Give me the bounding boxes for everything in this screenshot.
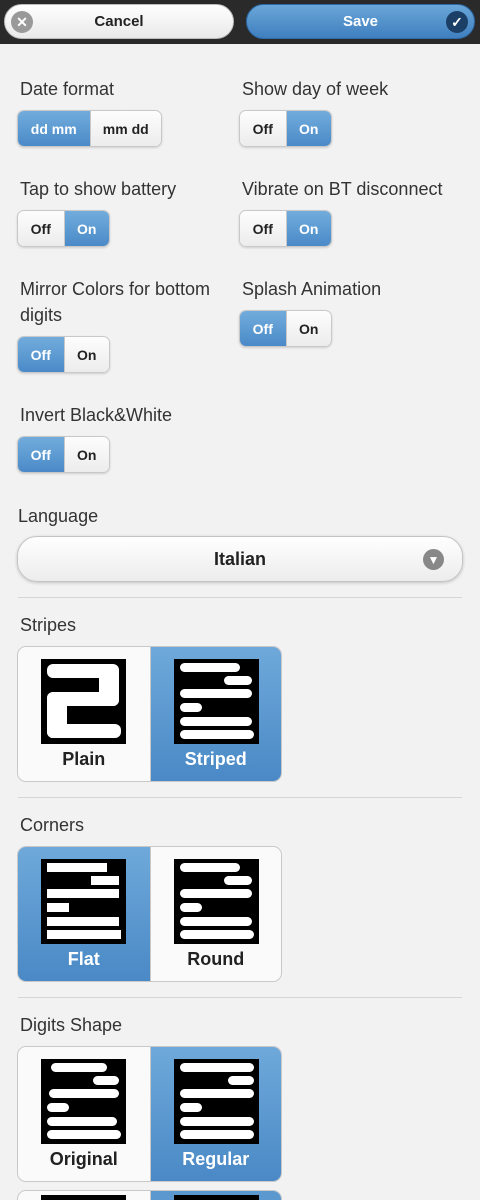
corners-selector: Flat Round (17, 846, 282, 982)
digit-preview-partial (41, 1195, 126, 1200)
digit-plain-preview (41, 659, 126, 744)
next-selector-partial (17, 1190, 282, 1200)
invert-on[interactable]: On (63, 437, 109, 472)
digit-flat-preview (41, 859, 126, 944)
vibrate-bt-on[interactable]: On (285, 211, 331, 246)
show-day-of-week-on[interactable]: On (285, 111, 331, 146)
invert-label: Invert Black&White (20, 405, 173, 425)
next-selector-option-2[interactable] (149, 1191, 281, 1200)
digits-shape-label: Digits Shape (20, 1015, 123, 1035)
digits-shape-option-original-label: Original (49, 1149, 118, 1169)
splash-on[interactable]: On (285, 311, 331, 346)
digits-shape-option-original[interactable]: Original (18, 1047, 150, 1181)
language-value: Italian (213, 548, 266, 569)
next-selector-option-1[interactable] (18, 1191, 150, 1200)
cancel-label: Cancel (94, 13, 144, 30)
digit-striped-preview (173, 659, 259, 744)
tap-battery-label: Tap to show battery (20, 179, 177, 199)
digits-shape-option-regular[interactable]: Regular (149, 1047, 281, 1181)
splash-label: Splash Animation (242, 279, 382, 299)
top-bar: ✕ Cancel Save ✓ (0, 0, 480, 44)
vibrate-bt-toggle: Off On (239, 210, 332, 247)
corners-option-round-label: Round (187, 949, 245, 969)
stripes-option-striped[interactable]: Striped (149, 647, 281, 781)
invert-toggle: Off On (17, 436, 110, 473)
mirror-colors-label: Mirror Colors for bottom digits (20, 279, 211, 325)
close-icon: ✕ (11, 11, 33, 33)
digits-shape-option-regular-label: Regular (182, 1149, 250, 1169)
splash-toggle: Off On (239, 310, 332, 347)
digit-round-preview (173, 859, 259, 944)
stripes-option-striped-label: Striped (184, 749, 247, 769)
digit-regular-preview (173, 1059, 259, 1144)
divider (18, 997, 462, 998)
vibrate-bt-label: Vibrate on BT disconnect (242, 179, 443, 199)
date-format-label: Date format (20, 79, 115, 99)
tap-battery-on[interactable]: On (63, 211, 109, 246)
corners-label: Corners (20, 815, 85, 835)
date-format-option-ddmm[interactable]: dd mm (18, 111, 90, 146)
show-day-of-week-off[interactable]: Off (240, 111, 286, 146)
chevron-down-icon: ▼ (423, 549, 444, 570)
check-icon: ✓ (446, 11, 468, 33)
date-format-option-mmdd[interactable]: mm dd (89, 111, 161, 146)
show-day-of-week-toggle: Off On (239, 110, 332, 147)
stripes-option-plain[interactable]: Plain (18, 647, 150, 781)
corners-option-flat[interactable]: Flat (18, 847, 150, 981)
corners-option-round[interactable]: Round (149, 847, 281, 981)
mirror-colors-on[interactable]: On (63, 337, 109, 372)
digits-shape-selector: Original Regular (17, 1046, 282, 1182)
stripes-selector: Plain Striped (17, 646, 282, 782)
divider (18, 597, 462, 598)
save-button[interactable]: Save ✓ (246, 4, 475, 39)
digit-original-preview (41, 1059, 126, 1144)
corners-option-flat-label: Flat (67, 949, 100, 969)
vibrate-bt-off[interactable]: Off (240, 211, 286, 246)
divider (18, 797, 462, 798)
stripes-label: Stripes (20, 615, 77, 635)
show-day-of-week-label: Show day of week (242, 79, 389, 99)
cancel-button[interactable]: ✕ Cancel (4, 4, 234, 39)
mirror-colors-off[interactable]: Off (18, 337, 64, 372)
splash-off[interactable]: Off (240, 311, 286, 346)
tap-battery-toggle: Off On (17, 210, 110, 247)
stripes-option-plain-label: Plain (62, 749, 106, 769)
language-label: Language (18, 506, 99, 526)
mirror-colors-toggle: Off On (17, 336, 110, 373)
invert-off[interactable]: Off (18, 437, 64, 472)
language-select[interactable]: Italian ▼ (17, 536, 463, 582)
save-label: Save (342, 13, 379, 30)
digit-preview-partial (173, 1195, 259, 1200)
tap-battery-off[interactable]: Off (18, 211, 64, 246)
date-format-toggle: dd mm mm dd (17, 110, 162, 147)
